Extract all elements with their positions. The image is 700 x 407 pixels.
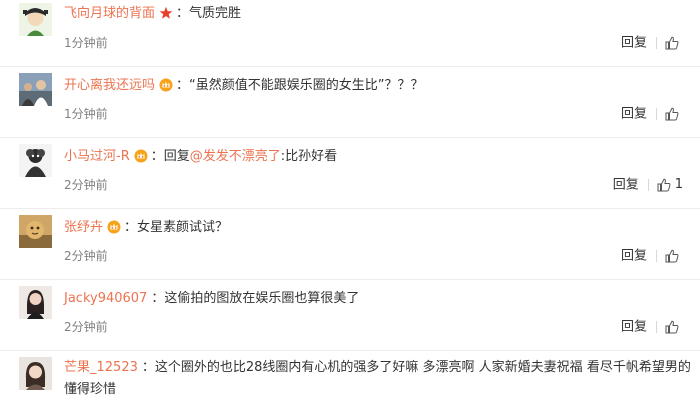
reply-prefix: 回复: [163, 149, 190, 164]
comment-item: Jacky940607 ：这偷拍的图放在娱乐圈也算很美了 2分钟前 回复: [0, 280, 700, 351]
comment-line: 飞向月球的背面 ：气质完胜: [64, 6, 242, 21]
like-count: 1: [674, 177, 683, 192]
thumbs-up-icon: [657, 178, 671, 191]
avatar[interactable]: [19, 3, 52, 36]
crown-icon: [107, 220, 121, 234]
like-button[interactable]: 1: [657, 175, 683, 195]
username[interactable]: 小马过河-R: [64, 149, 130, 164]
thumbs-up-icon: [665, 36, 679, 49]
avatar[interactable]: [19, 215, 52, 248]
comment-line: 张纾卉 ：女星素颜试试？: [64, 220, 229, 235]
username[interactable]: 芒果_12523: [64, 360, 138, 375]
red-star-icon: [159, 6, 173, 20]
avatar[interactable]: [19, 144, 52, 177]
reply-button[interactable]: 回复: [621, 249, 647, 264]
like-button[interactable]: [665, 246, 683, 266]
comment-text: 这个圈外的也比28线圈内有心机的强多了好嘛 多漂亮啊 人家新婚夫妻祝福 看尽千帆…: [64, 360, 691, 397]
comment-text: 女星素颜试试？: [137, 220, 229, 235]
crown-icon: [134, 149, 148, 163]
comment-actions: 回复 1: [613, 175, 683, 195]
thumbs-up-icon: [665, 107, 679, 120]
comment-line: 小马过河-R ：回复@发发不漂亮了:比孙好看: [64, 149, 338, 164]
reply-button[interactable]: 回复: [621, 36, 647, 51]
username[interactable]: Jacky940607: [64, 291, 147, 306]
reply-button[interactable]: 回复: [613, 178, 639, 193]
comment-text: :比孙好看: [280, 149, 338, 164]
avatar[interactable]: [19, 357, 52, 390]
comment-text: 气质完胜: [189, 6, 242, 21]
avatar[interactable]: [19, 286, 52, 319]
like-button[interactable]: [665, 33, 683, 53]
reply-button[interactable]: 回复: [621, 107, 647, 122]
comment-line: Jacky940607 ：这偷拍的图放在娱乐圈也算很美了: [64, 291, 360, 306]
thumbs-up-icon: [665, 320, 679, 333]
mention-link[interactable]: @发发不漂亮了: [190, 149, 281, 164]
timestamp: 1分钟前: [64, 107, 108, 121]
like-button[interactable]: [665, 104, 683, 124]
comment-actions: 回复: [621, 104, 683, 124]
timestamp: 1分钟前: [64, 36, 108, 50]
reply-button[interactable]: 回复: [621, 320, 647, 335]
comment-list: 飞向月球的背面 ：气质完胜 1分钟前 回复 开心离我还远吗 ：“虽然颜值不能跟娱乐圈…: [0, 0, 700, 407]
comment-actions: 回复: [621, 33, 683, 53]
comment-text: 这偷拍的图放在娱乐圈也算很美了: [164, 291, 360, 306]
comment-actions: 回复: [621, 317, 683, 337]
comment-item: 张纾卉 ：女星素颜试试？ 2分钟前 回复: [0, 209, 700, 280]
comment-item: 小马过河-R ：回复@发发不漂亮了:比孙好看 2分钟前 回复 1: [0, 138, 700, 209]
avatar[interactable]: [19, 73, 52, 106]
comment-item: 芒果_12523 ：这个圈外的也比28线圈内有心机的强多了好嘛 多漂亮啊 人家新婚…: [0, 351, 700, 407]
like-button[interactable]: [665, 317, 683, 337]
timestamp: 2分钟前: [64, 320, 108, 334]
thumbs-up-icon: [665, 249, 679, 262]
username[interactable]: 飞向月球的背面: [64, 6, 155, 21]
timestamp: 2分钟前: [64, 178, 108, 192]
crown-icon: [159, 78, 173, 92]
comment-actions: 回复: [621, 246, 683, 266]
username[interactable]: 开心离我还远吗: [64, 78, 155, 93]
username[interactable]: 张纾卉: [64, 220, 103, 235]
comment-line: 开心离我还远吗 ：“虽然颜值不能跟娱乐圈的女生比”？？？: [64, 78, 424, 93]
comment-text: “虽然颜值不能跟娱乐圈的女生比”？？？: [189, 78, 424, 93]
comment-item: 飞向月球的背面 ：气质完胜 1分钟前 回复: [0, 0, 700, 67]
comment-item: 开心离我还远吗 ：“虽然颜值不能跟娱乐圈的女生比”？？？ 1分钟前 回复: [0, 67, 700, 138]
timestamp: 2分钟前: [64, 249, 108, 263]
comment-line: 芒果_12523 ：这个圈外的也比28线圈内有心机的强多了好嘛 多漂亮啊 人家新婚…: [64, 360, 691, 397]
